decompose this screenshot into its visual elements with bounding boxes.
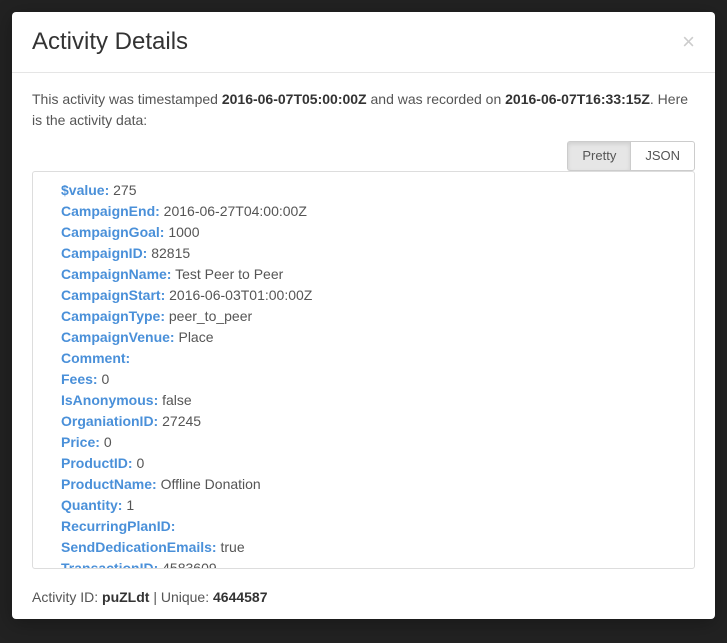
data-row: Fees: 0 xyxy=(61,369,666,390)
data-row: ProductName: Offline Donation xyxy=(61,474,666,495)
tab-json[interactable]: JSON xyxy=(630,141,695,171)
data-key: CampaignType: xyxy=(61,308,165,324)
data-key: CampaignID: xyxy=(61,245,147,261)
intro-text: This activity was timestamped 2016-06-07… xyxy=(32,89,695,131)
data-value: 275 xyxy=(113,182,136,198)
intro-timestamp: 2016-06-07T05:00:00Z xyxy=(222,91,367,107)
data-key: $value: xyxy=(61,182,109,198)
data-value: 4583609 xyxy=(162,560,217,568)
activity-details-modal: Activity Details × This activity was tim… xyxy=(12,12,715,619)
data-key: Quantity: xyxy=(61,497,122,513)
modal-header: Activity Details × xyxy=(12,12,715,73)
data-key: ProductID: xyxy=(61,455,133,471)
data-key: CampaignGoal: xyxy=(61,224,164,240)
intro-recorded: 2016-06-07T16:33:15Z xyxy=(505,91,650,107)
data-key: CampaignVenue: xyxy=(61,329,175,345)
footer-sep: | Unique: xyxy=(149,589,213,605)
data-row: Comment: xyxy=(61,348,666,369)
view-tabs: Pretty JSON xyxy=(12,141,715,171)
data-value: 82815 xyxy=(151,245,190,261)
data-value: 1000 xyxy=(168,224,199,240)
data-value: 0 xyxy=(104,434,112,450)
data-value: 0 xyxy=(136,455,144,471)
data-key: CampaignEnd: xyxy=(61,203,160,219)
data-value: 0 xyxy=(101,371,109,387)
data-row: Quantity: 1 xyxy=(61,495,666,516)
data-row: OrganiationID: 27245 xyxy=(61,411,666,432)
data-value: Offline Donation xyxy=(161,476,261,492)
data-row: ProductID: 0 xyxy=(61,453,666,474)
data-key: RecurringPlanID: xyxy=(61,518,175,534)
modal-body: This activity was timestamped 2016-06-07… xyxy=(12,73,715,141)
data-row: SendDedicationEmails: true xyxy=(61,537,666,558)
data-value: true xyxy=(220,539,244,555)
data-key: TransactionID: xyxy=(61,560,158,568)
intro-prefix: This activity was timestamped xyxy=(32,91,222,107)
data-row: $value: 275 xyxy=(61,180,666,201)
footer-unique: 4644587 xyxy=(213,589,268,605)
data-row: CampaignEnd: 2016-06-27T04:00:00Z xyxy=(61,201,666,222)
data-value: Place xyxy=(178,329,213,345)
data-row: CampaignStart: 2016-06-03T01:00:00Z xyxy=(61,285,666,306)
data-row: CampaignID: 82815 xyxy=(61,243,666,264)
close-button[interactable]: × xyxy=(682,31,695,53)
data-panel: $value: 275CampaignEnd: 2016-06-27T04:00… xyxy=(32,171,695,569)
data-value: 2016-06-03T01:00:00Z xyxy=(169,287,312,303)
footer-label-id: Activity ID: xyxy=(32,589,102,605)
data-scroll[interactable]: $value: 275CampaignEnd: 2016-06-27T04:00… xyxy=(33,172,694,568)
data-key: OrganiationID: xyxy=(61,413,158,429)
footer-activity-id: puZLdt xyxy=(102,589,149,605)
tab-pretty[interactable]: Pretty xyxy=(567,141,630,171)
data-value: 2016-06-27T04:00:00Z xyxy=(164,203,307,219)
data-value: 1 xyxy=(126,497,134,513)
data-key: IsAnonymous: xyxy=(61,392,158,408)
data-key: Fees: xyxy=(61,371,98,387)
data-row: CampaignGoal: 1000 xyxy=(61,222,666,243)
modal-footer: Activity ID: puZLdt | Unique: 4644587 xyxy=(12,579,715,619)
data-value: peer_to_peer xyxy=(169,308,252,324)
data-row: CampaignName: Test Peer to Peer xyxy=(61,264,666,285)
data-row: IsAnonymous: false xyxy=(61,390,666,411)
data-row: TransactionID: 4583609 xyxy=(61,558,666,568)
data-value: Test Peer to Peer xyxy=(175,266,283,282)
data-key: CampaignName: xyxy=(61,266,171,282)
data-key: CampaignStart: xyxy=(61,287,165,303)
data-value: false xyxy=(162,392,192,408)
data-row: Price: 0 xyxy=(61,432,666,453)
data-row: CampaignVenue: Place xyxy=(61,327,666,348)
data-value: 27245 xyxy=(162,413,201,429)
data-row: CampaignType: peer_to_peer xyxy=(61,306,666,327)
intro-mid: and was recorded on xyxy=(367,91,506,107)
modal-title: Activity Details xyxy=(32,28,188,56)
data-key: Comment: xyxy=(61,350,130,366)
data-key: SendDedicationEmails: xyxy=(61,539,217,555)
data-row: RecurringPlanID: xyxy=(61,516,666,537)
data-key: ProductName: xyxy=(61,476,157,492)
data-key: Price: xyxy=(61,434,100,450)
